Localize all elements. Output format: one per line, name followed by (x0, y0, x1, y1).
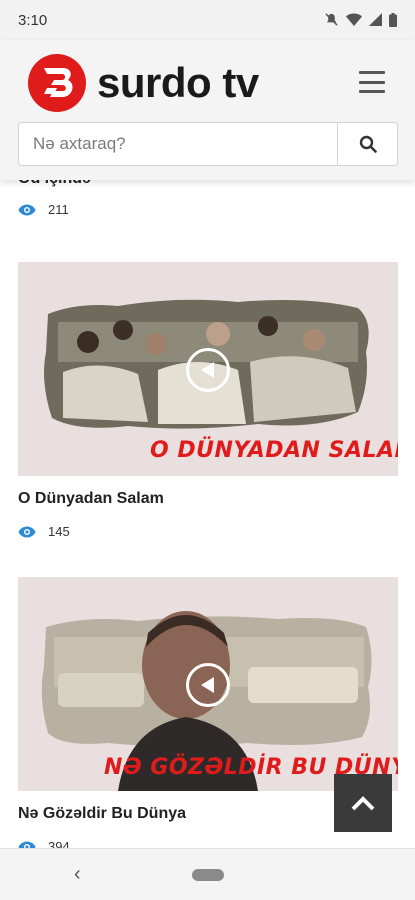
search-icon (359, 135, 377, 153)
view-count: 211 (18, 202, 398, 217)
search-bar (18, 122, 398, 166)
surdo-tv-logo[interactable]: surdo tv (27, 53, 259, 113)
video-card[interactable]: O DÜNYADAN SALAM O Dünyadan Salam 145 (18, 262, 398, 539)
play-icon (201, 677, 214, 693)
search-button[interactable] (338, 122, 398, 166)
scroll-to-top-button[interactable] (334, 774, 392, 832)
view-count: 145 (18, 524, 398, 539)
system-nav-bar: ‹ (0, 848, 415, 900)
chevron-up-icon (351, 796, 375, 811)
play-button[interactable] (186, 663, 230, 707)
view-count-value: 145 (48, 524, 70, 539)
play-icon (201, 362, 214, 378)
battery-icon (389, 12, 397, 27)
logo-mark-icon (28, 54, 86, 112)
eye-icon (18, 526, 36, 537)
home-pill[interactable] (192, 869, 224, 881)
status-time: 3:10 (18, 12, 48, 29)
video-thumbnail[interactable]: NƏ GÖZƏLDİR BU DÜNYA (18, 577, 398, 791)
wifi-icon (346, 13, 362, 26)
video-title[interactable]: O Dünyadan Salam (18, 490, 398, 508)
video-thumbnail[interactable]: O DÜNYADAN SALAM (18, 262, 398, 476)
site-header: surdo tv (0, 40, 415, 180)
menu-icon[interactable] (359, 71, 385, 93)
back-icon[interactable]: ‹ (74, 863, 81, 886)
status-icons (324, 12, 397, 27)
logo-text: surdo tv (97, 59, 259, 106)
search-input[interactable] (18, 122, 338, 166)
view-count-value: 211 (48, 202, 69, 217)
mute-icon (325, 13, 338, 26)
status-bar: 3:10 (0, 0, 415, 40)
signal-icon (369, 13, 382, 26)
thumbnail-caption: O DÜNYADAN SALAM (150, 438, 398, 463)
video-list: Od içində 211 (0, 160, 415, 850)
play-button[interactable] (186, 348, 230, 392)
eye-icon (18, 204, 36, 215)
